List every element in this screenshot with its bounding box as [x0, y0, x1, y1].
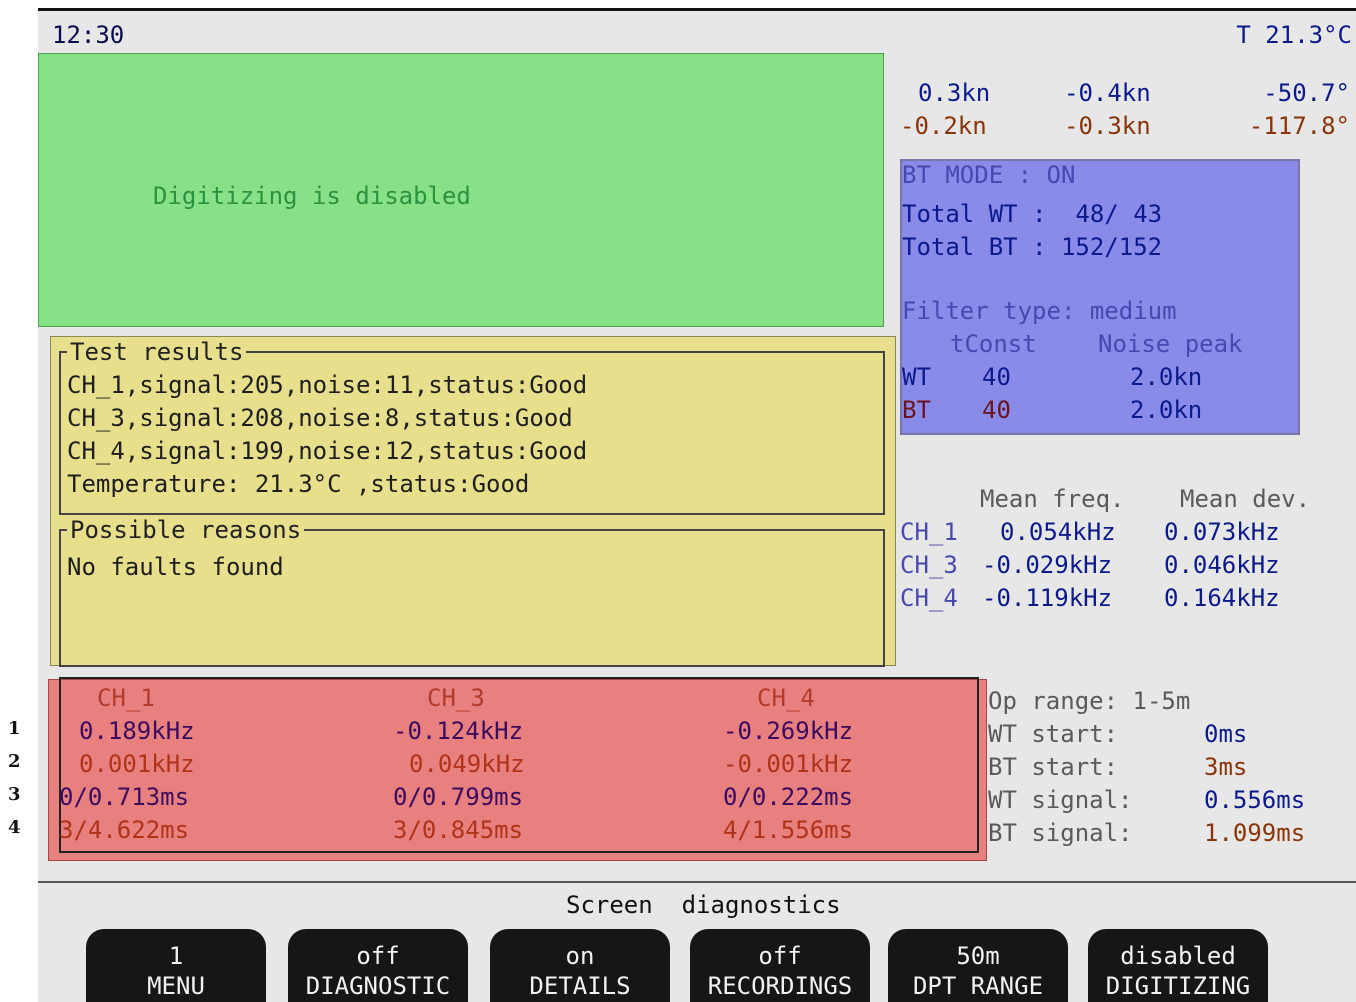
total-bt: Total BT : 152/152: [902, 233, 1163, 261]
softkey-value: off: [758, 942, 802, 970]
wt-signal-value: 0.556ms: [1204, 786, 1306, 814]
possible-reasons-text: No faults found: [67, 553, 284, 581]
test-result-line-1: CH_1,signal:205,noise:11,status:Good: [67, 371, 588, 399]
softkey-value: 50m: [956, 942, 1000, 970]
row-number-4: 4: [8, 817, 21, 838]
freq-dev: 0.164kHz: [1164, 584, 1280, 612]
softkey-diagnostic[interactable]: off DIAGNOSTIC: [288, 929, 468, 1002]
table-cell: 3/0.845ms: [393, 816, 524, 844]
tconst-header: tConst: [950, 330, 1037, 358]
wt-start-label: WT start:: [988, 720, 1119, 748]
digitizing-message: Digitizing is disabled: [153, 182, 471, 210]
softkey-value: on: [565, 942, 595, 970]
freq-ch-label: CH_1: [900, 518, 958, 546]
table-cell: -0.001kHz: [723, 750, 854, 778]
table-cell: 4/1.556ms: [723, 816, 854, 844]
test-results-panel: Test results CH_1,signal:205,noise:11,st…: [50, 336, 896, 667]
row-number-2: 2: [8, 751, 21, 772]
test-result-line-4: Temperature: 21.3°C ,status:Good: [67, 470, 530, 498]
softkey-label: DETAILS: [529, 972, 631, 1000]
softkey-label: MENU: [147, 972, 205, 1000]
softkey-details[interactable]: on DETAILS: [490, 929, 670, 1002]
softkey-value: disabled: [1120, 942, 1236, 970]
screen-title: Screen diagnostics: [566, 891, 841, 919]
test-results-box: Test results CH_1,signal:205,noise:11,st…: [59, 338, 885, 515]
wt-tconst: 40: [982, 363, 1011, 391]
total-wt: Total WT : 48/ 43: [902, 200, 1163, 228]
softkey-label: DIAGNOSTIC: [305, 972, 451, 1000]
digitizing-panel: Digitizing is disabled: [38, 53, 884, 327]
freq-dev: 0.073kHz: [1164, 518, 1280, 546]
channel-header-ch1: CH_1: [97, 684, 155, 712]
softkey-value: 1: [168, 942, 184, 970]
op-range: Op range: 1-5m: [988, 687, 1191, 715]
softkey-label: DPT RANGE: [912, 972, 1044, 1000]
softkey-value: off: [356, 942, 400, 970]
mean-freq-header: Mean freq.: [980, 485, 1125, 513]
bt-start-label: BT start:: [988, 753, 1119, 781]
softkey-dpt-range[interactable]: 50m DPT RANGE: [888, 929, 1068, 1002]
speed-1-1: 0.3kn: [918, 79, 991, 107]
noise-peak-header: Noise peak: [1098, 330, 1243, 358]
bt-mode-status: BT MODE : ON: [902, 161, 1076, 189]
speed-1-2: -0.4kn: [1064, 79, 1151, 107]
table-cell: 0.049kHz: [409, 750, 525, 778]
freq-mean: -0.029kHz: [982, 551, 1113, 579]
speed-1-3: -50.7°: [1263, 79, 1350, 107]
freq-mean: -0.119kHz: [982, 584, 1113, 612]
table-cell: 0/0.799ms: [393, 783, 524, 811]
wt-noise-peak: 2.0kn: [1130, 363, 1203, 391]
speed-2-1: -0.2kn: [900, 112, 987, 140]
bt-signal-value: 1.099ms: [1204, 819, 1306, 847]
softkey-menu[interactable]: 1 MENU: [86, 929, 266, 1002]
bt-row-label: BT: [902, 396, 931, 424]
wt-signal-label: WT signal:: [988, 786, 1133, 814]
possible-reasons-box: Possible reasons No faults found: [59, 516, 885, 667]
bt-tconst: 40: [982, 396, 1011, 424]
bt-start-value: 3ms: [1204, 753, 1248, 781]
table-cell: 0/0.222ms: [723, 783, 854, 811]
test-result-line-3: CH_4,signal:199,noise:12,status:Good: [67, 437, 588, 465]
device-screen: 12:30 T 21.3°C Digitizing is disabled 0.…: [38, 8, 1356, 1002]
freq-ch-label: CH_4: [900, 584, 958, 612]
footer-divider: [38, 881, 1356, 883]
row-number-1: 1: [8, 718, 21, 739]
wt-start-value: 0ms: [1204, 720, 1248, 748]
table-cell: 0/0.713ms: [59, 783, 190, 811]
bt-noise-peak: 2.0kn: [1130, 396, 1203, 424]
freq-mean: 0.054kHz: [1000, 518, 1116, 546]
channel-header-ch4: CH_4: [757, 684, 815, 712]
softkey-digitizing[interactable]: disabled DIGITIZING: [1088, 929, 1268, 1002]
clock: 12:30: [52, 21, 125, 49]
bt-signal-label: BT signal:: [988, 819, 1133, 847]
softkey-label: DIGITIZING: [1105, 972, 1251, 1000]
channel-header-ch3: CH_3: [427, 684, 485, 712]
bt-mode-panel: BT MODE : ON Total WT : 48/ 43 Total BT …: [900, 159, 1300, 435]
freq-ch-label: CH_3: [900, 551, 958, 579]
table-cell: 3/4.622ms: [59, 816, 190, 844]
test-result-line-2: CH_3,signal:208,noise:8,status:Good: [67, 404, 573, 432]
freq-dev: 0.046kHz: [1164, 551, 1280, 579]
table-cell: 0.001kHz: [79, 750, 195, 778]
filter-type: Filter type: medium: [902, 297, 1177, 325]
table-cell: -0.124kHz: [393, 717, 524, 745]
test-results-title: Test results: [67, 338, 247, 366]
speed-2-3: -117.8°: [1248, 112, 1350, 140]
speed-2-2: -0.3kn: [1064, 112, 1151, 140]
mean-dev-header: Mean dev.: [1180, 485, 1311, 513]
table-cell: 0.189kHz: [79, 717, 195, 745]
row-number-3: 3: [8, 784, 21, 805]
channel-table-panel: CH_1 CH_3 CH_4 0.189kHz -0.124kHz -0.269…: [48, 677, 987, 861]
temperature-readout: T 21.3°C: [1236, 21, 1352, 49]
softkey-recordings[interactable]: off RECORDINGS: [690, 929, 870, 1002]
softkey-label: RECORDINGS: [707, 972, 853, 1000]
table-cell: -0.269kHz: [723, 717, 854, 745]
wt-row-label: WT: [902, 363, 931, 391]
possible-reasons-title: Possible reasons: [67, 516, 305, 544]
